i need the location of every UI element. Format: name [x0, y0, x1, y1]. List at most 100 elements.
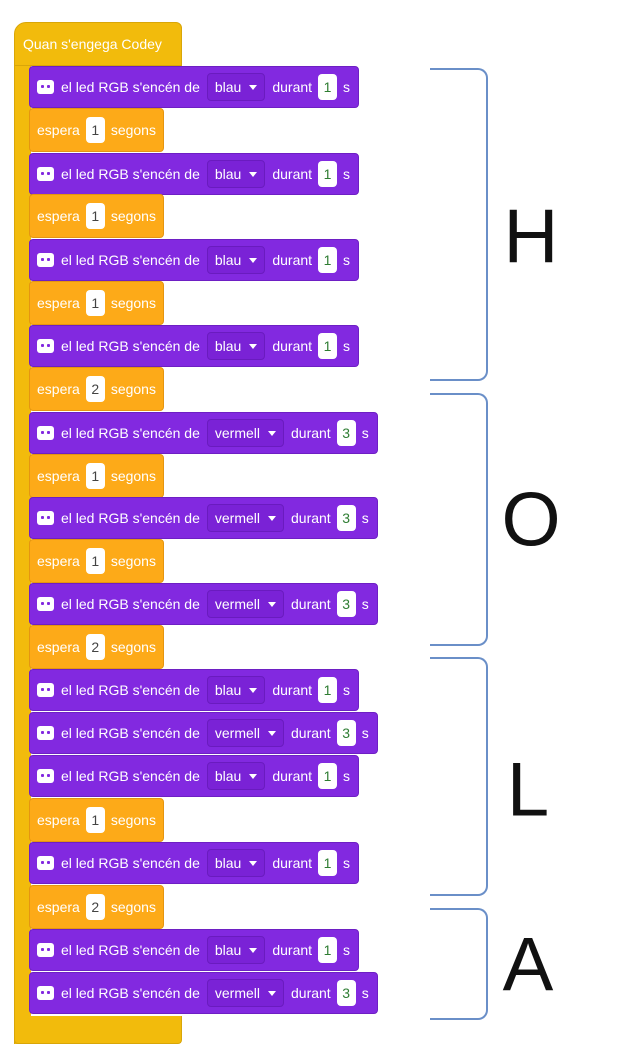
color-value: blau — [214, 682, 242, 698]
color-dropdown[interactable]: vermell — [206, 419, 284, 447]
codey-icon — [37, 339, 54, 353]
wait-block[interactable]: espera 2 segons — [29, 885, 164, 929]
led-block[interactable]: el led RGB s'encén de blau durant 1 s — [29, 669, 360, 711]
duration-input[interactable]: 3 — [336, 420, 356, 446]
duration-input[interactable]: 1 — [318, 74, 338, 100]
bracket-a — [430, 908, 488, 1020]
color-value: vermell — [214, 596, 260, 612]
color-dropdown[interactable]: vermell — [206, 504, 284, 532]
seconds-label: s — [343, 768, 351, 784]
led-block[interactable]: el led RGB s'encén de vermell durant 3 s — [29, 712, 378, 754]
hat-label: Quan s'engega Codey — [23, 36, 162, 52]
duration-input[interactable]: 3 — [336, 720, 356, 746]
duration-input[interactable]: 1 — [318, 763, 338, 789]
color-dropdown[interactable]: blau — [206, 676, 266, 704]
duration-input[interactable]: 1 — [318, 333, 338, 359]
wait-seconds-input[interactable]: 1 — [85, 463, 105, 489]
wait-seconds-input[interactable]: 2 — [85, 894, 105, 920]
duration-input[interactable]: 3 — [336, 505, 356, 531]
wait-block[interactable]: espera 1 segons — [29, 454, 164, 498]
seconds-label: s — [343, 252, 351, 268]
wait-seconds-input[interactable]: 1 — [85, 290, 105, 316]
wait-seconds-input[interactable]: 1 — [85, 203, 105, 229]
chevron-down-icon — [249, 947, 258, 953]
color-value: vermell — [214, 510, 260, 526]
wait-seconds-input[interactable]: 1 — [85, 117, 105, 143]
wait-unit-label: segons — [110, 122, 156, 138]
codey-icon — [37, 511, 54, 525]
codey-icon — [37, 597, 54, 611]
color-dropdown[interactable]: vermell — [206, 719, 284, 747]
led-block[interactable]: el led RGB s'encén de blau durant 1 s — [29, 153, 360, 195]
chevron-down-icon — [249, 687, 258, 693]
wait-block[interactable]: espera 1 segons — [29, 539, 164, 583]
letter-h: H — [503, 194, 559, 280]
when-codey-starts-block[interactable]: Quan s'engega Codey — [14, 22, 182, 66]
wait-block[interactable]: espera 1 segons — [29, 194, 164, 238]
wait-unit-label: segons — [110, 295, 156, 311]
wait-label: espera — [37, 468, 80, 484]
bracket-h — [430, 68, 488, 381]
wait-seconds-input[interactable]: 1 — [85, 548, 105, 574]
during-label: durant — [272, 682, 313, 698]
color-value: blau — [214, 942, 242, 958]
duration-input[interactable]: 3 — [336, 591, 356, 617]
led-block[interactable]: el led RGB s'encén de blau durant 1 s — [29, 755, 360, 797]
led-block[interactable]: el led RGB s'encén de vermell durant 3 s — [29, 972, 378, 1014]
color-dropdown[interactable]: blau — [206, 73, 266, 101]
color-dropdown[interactable]: blau — [206, 332, 266, 360]
wait-seconds-input[interactable]: 2 — [85, 376, 105, 402]
seconds-label: s — [343, 682, 351, 698]
led-block[interactable]: el led RGB s'encén de vermell durant 3 s — [29, 412, 378, 454]
during-label: durant — [272, 79, 313, 95]
duration-input[interactable]: 1 — [318, 850, 338, 876]
wait-block[interactable]: espera 2 segons — [29, 367, 164, 411]
during-label: durant — [291, 425, 331, 441]
codey-icon — [37, 683, 54, 697]
during-label: durant — [272, 166, 313, 182]
duration-input[interactable]: 3 — [336, 980, 356, 1006]
wait-seconds-input[interactable]: 2 — [85, 634, 105, 660]
duration-input[interactable]: 1 — [318, 161, 338, 187]
during-label: durant — [272, 768, 313, 784]
color-dropdown[interactable]: blau — [206, 849, 266, 877]
codey-icon — [37, 943, 54, 957]
duration-input[interactable]: 1 — [318, 677, 338, 703]
seconds-label: s — [361, 725, 369, 741]
wait-label: espera — [37, 208, 80, 224]
duration-input[interactable]: 1 — [318, 247, 338, 273]
led-block[interactable]: el led RGB s'encén de vermell durant 3 s — [29, 497, 378, 539]
color-dropdown[interactable]: vermell — [206, 590, 284, 618]
color-dropdown[interactable]: blau — [206, 160, 266, 188]
seconds-label: s — [361, 596, 369, 612]
wait-block[interactable]: espera 1 segons — [29, 108, 164, 152]
color-value: blau — [214, 768, 242, 784]
wait-block[interactable]: espera 1 segons — [29, 281, 164, 325]
color-dropdown[interactable]: blau — [206, 936, 266, 964]
chevron-down-icon — [249, 773, 258, 779]
led-block[interactable]: el led RGB s'encén de blau durant 1 s — [29, 239, 360, 281]
letter-l: L — [506, 747, 550, 833]
color-dropdown[interactable]: vermell — [206, 979, 284, 1007]
wait-block[interactable]: espera 2 segons — [29, 625, 164, 669]
during-label: durant — [272, 252, 313, 268]
duration-input[interactable]: 1 — [318, 937, 338, 963]
led-block[interactable]: el led RGB s'encén de blau durant 1 s — [29, 929, 360, 971]
codey-icon — [37, 769, 54, 783]
color-value: vermell — [214, 985, 260, 1001]
wait-label: espera — [37, 381, 80, 397]
codey-icon — [37, 426, 54, 440]
led-block[interactable]: el led RGB s'encén de blau durant 1 s — [29, 325, 360, 367]
led-label: el led RGB s'encén de — [61, 425, 200, 441]
wait-unit-label: segons — [110, 468, 156, 484]
color-dropdown[interactable]: blau — [206, 246, 266, 274]
color-dropdown[interactable]: blau — [206, 762, 266, 790]
led-label: el led RGB s'encén de — [61, 855, 200, 871]
seconds-label: s — [343, 942, 351, 958]
led-block[interactable]: el led RGB s'encén de vermell durant 3 s — [29, 583, 378, 625]
led-block[interactable]: el led RGB s'encén de blau durant 1 s — [29, 842, 360, 884]
seconds-label: s — [361, 425, 369, 441]
led-block[interactable]: el led RGB s'encén de blau durant 1 s — [29, 66, 360, 108]
wait-block[interactable]: espera 1 segons — [29, 798, 164, 842]
wait-seconds-input[interactable]: 1 — [85, 807, 105, 833]
